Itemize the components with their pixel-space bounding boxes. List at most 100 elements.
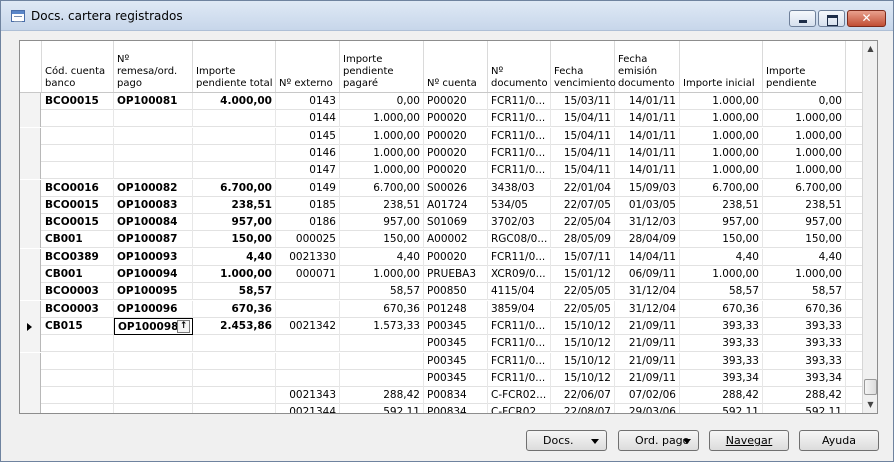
- cell-initial-amount[interactable]: 1.000,00: [680, 162, 763, 180]
- cell-document-number[interactable]: XCR09/0...: [488, 266, 551, 283]
- row-selector[interactable]: [20, 404, 41, 413]
- cell-issue-date[interactable]: 14/04/11: [615, 248, 680, 266]
- table-row[interactable]: BCO0015 OP100081 4.000,00 0143 0,00 P00020 FCR…: [20, 93, 862, 110]
- cell-pending-note[interactable]: 238,51: [340, 196, 424, 214]
- cell-initial-amount[interactable]: 393,34: [680, 369, 763, 387]
- row-selector[interactable]: [20, 300, 41, 318]
- cell-remittance-number[interactable]: [114, 387, 193, 405]
- table-row[interactable]: CB015 OP100098 ↑ 2.453,86 0021342 1.573,33 P00…: [20, 317, 862, 335]
- cell-pending-amount[interactable]: 1.000,00: [763, 266, 846, 283]
- table-row[interactable]: BCO0389 OP100093 4,40 0021330 4,40 P00020 FCR1…: [20, 248, 862, 266]
- cell-due-date[interactable]: 15/10/12: [551, 335, 615, 353]
- cell-pending-note[interactable]: [340, 335, 424, 353]
- table-row[interactable]: 0145 1.000,00 P00020 FCR11/0... 15/04/11 14/0…: [20, 127, 862, 145]
- scroll-down-icon[interactable]: ▼: [863, 397, 877, 413]
- table-row[interactable]: 0021343 288,42 P00834 C-FCR02... 22/06/07 07/…: [20, 387, 862, 405]
- cell-due-date[interactable]: 15/04/11: [551, 110, 615, 128]
- cell-bank-account[interactable]: BCO0389: [42, 248, 114, 266]
- cell-total-pending[interactable]: 58,57: [193, 283, 276, 301]
- cell-bank-account[interactable]: [42, 404, 114, 413]
- cell-remittance-number[interactable]: [114, 110, 193, 128]
- cell-issue-date[interactable]: 31/12/04: [615, 300, 680, 318]
- scroll-thumb[interactable]: [864, 379, 877, 395]
- cell-total-pending[interactable]: [193, 335, 276, 353]
- cell-document-number[interactable]: 3438/03: [488, 179, 551, 197]
- cell-pending-note[interactable]: 1.000,00: [340, 144, 424, 162]
- cell-account-number[interactable]: P00020: [424, 110, 488, 128]
- cell-issue-date[interactable]: 01/03/05: [615, 196, 680, 214]
- cell-account-number[interactable]: P00020: [424, 162, 488, 180]
- cell-due-date[interactable]: 22/05/05: [551, 300, 615, 318]
- cell-account-number[interactable]: P00345: [424, 317, 488, 335]
- cell-total-pending[interactable]: 1.000,00: [193, 266, 276, 283]
- cell-total-pending[interactable]: [193, 369, 276, 387]
- row-selector[interactable]: [20, 335, 41, 353]
- cell-pending-note[interactable]: 6.700,00: [340, 179, 424, 197]
- cell-pending-amount[interactable]: 1.000,00: [763, 127, 846, 145]
- cell-total-pending[interactable]: 2.453,86: [193, 317, 276, 335]
- cell-bank-account[interactable]: BCO0003: [42, 283, 114, 301]
- cell-issue-date[interactable]: 21/09/11: [615, 352, 680, 370]
- cell-account-number[interactable]: P00850: [424, 283, 488, 301]
- cell-account-number[interactable]: A00002: [424, 231, 488, 249]
- cell-due-date[interactable]: 22/07/05: [551, 196, 615, 214]
- cell-bank-account[interactable]: [42, 335, 114, 353]
- cell-due-date[interactable]: 15/07/11: [551, 248, 615, 266]
- table-row[interactable]: P00345 FCR11/0... 15/10/12 21/09/11 393,34 39…: [20, 369, 862, 387]
- cell-pending-note[interactable]: 1.000,00: [340, 162, 424, 180]
- cell-issue-date[interactable]: 07/02/06: [615, 387, 680, 405]
- cell-bank-account[interactable]: BCO0015: [42, 93, 114, 110]
- cell-remittance-number[interactable]: OP100083: [114, 196, 193, 214]
- cell-account-number[interactable]: P00345: [424, 352, 488, 370]
- cell-pending-amount[interactable]: 1.000,00: [763, 110, 846, 128]
- cell-document-number[interactable]: 3702/03: [488, 214, 551, 232]
- cell-initial-amount[interactable]: 393,33: [680, 317, 763, 335]
- cell-account-number[interactable]: P00020: [424, 144, 488, 162]
- cell-account-number[interactable]: P01248: [424, 300, 488, 318]
- row-selector[interactable]: [20, 352, 41, 370]
- cell-external-number[interactable]: 0021344: [276, 404, 340, 413]
- cell-external-number[interactable]: 0144: [276, 110, 340, 128]
- cell-remittance-number[interactable]: OP100082: [114, 179, 193, 197]
- row-selector[interactable]: [20, 144, 41, 162]
- row-selector[interactable]: [20, 283, 41, 301]
- cell-total-pending[interactable]: 670,36: [193, 300, 276, 318]
- cell-initial-amount[interactable]: 238,51: [680, 196, 763, 214]
- cell-bank-account[interactable]: CB001: [42, 231, 114, 249]
- cell-document-number[interactable]: FCR11/0...: [488, 110, 551, 128]
- cell-pending-note[interactable]: 1.573,33: [340, 317, 424, 335]
- cell-external-number[interactable]: 000071: [276, 266, 340, 283]
- cell-total-pending[interactable]: 6.700,00: [193, 179, 276, 197]
- cell-initial-amount[interactable]: 393,33: [680, 352, 763, 370]
- cell-due-date[interactable]: 22/05/04: [551, 214, 615, 232]
- cell-total-pending[interactable]: 4.000,00: [193, 93, 276, 110]
- column-header-pending-amount[interactable]: Importe pendiente: [763, 41, 846, 92]
- cell-issue-date[interactable]: 31/12/04: [615, 283, 680, 301]
- cell-document-number[interactable]: FCR11/0...: [488, 93, 551, 110]
- cell-remittance-number[interactable]: OP100093: [114, 248, 193, 266]
- cell-account-number[interactable]: S01069: [424, 214, 488, 232]
- cell-external-number[interactable]: [276, 300, 340, 318]
- docs-button[interactable]: Docs.: [526, 430, 607, 451]
- close-button[interactable]: ✕: [847, 10, 886, 27]
- vertical-scrollbar[interactable]: ▲ ▼: [862, 41, 877, 413]
- cell-initial-amount[interactable]: 1.000,00: [680, 266, 763, 283]
- cell-remittance-number[interactable]: [114, 352, 193, 370]
- cell-issue-date[interactable]: 29/03/06: [615, 404, 680, 413]
- cell-due-date[interactable]: 15/04/11: [551, 162, 615, 180]
- cell-pending-note[interactable]: 1.000,00: [340, 110, 424, 128]
- minimize-button[interactable]: [789, 10, 816, 27]
- column-header-pending-note[interactable]: Importe pendiente pagaré: [340, 41, 424, 92]
- cell-pending-note[interactable]: 1.000,00: [340, 127, 424, 145]
- cell-account-number[interactable]: P00834: [424, 387, 488, 405]
- cell-document-number[interactable]: FCR11/0...: [488, 335, 551, 353]
- cell-document-number[interactable]: 3859/04: [488, 300, 551, 318]
- row-selector[interactable]: [20, 162, 41, 180]
- cell-account-number[interactable]: P00345: [424, 335, 488, 353]
- cell-external-number[interactable]: 0186: [276, 214, 340, 232]
- row-selector[interactable]: [20, 266, 41, 283]
- cell-pending-amount[interactable]: 288,42: [763, 387, 846, 405]
- cell-remittance-number[interactable]: [114, 404, 193, 413]
- cell-pending-note[interactable]: 0,00: [340, 93, 424, 110]
- cell-total-pending[interactable]: [193, 127, 276, 145]
